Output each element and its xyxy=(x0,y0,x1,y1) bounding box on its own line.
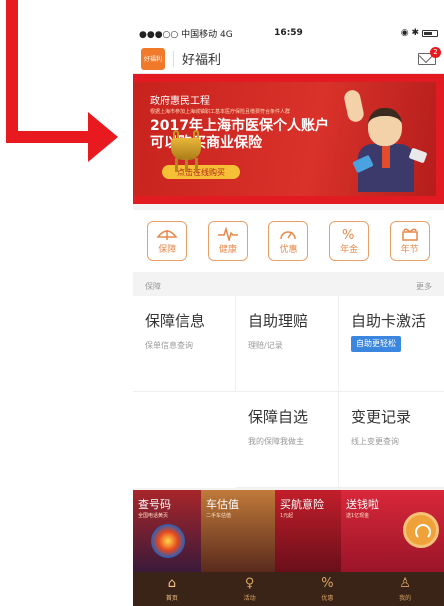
promo-title: 查号码 xyxy=(138,498,171,511)
percent-icon: % xyxy=(342,228,354,241)
ding-leg xyxy=(185,158,188,172)
app-bar: 好福利 好福利 2 xyxy=(133,44,444,74)
umbrella-icon xyxy=(157,230,178,240)
promo-title: 车估值 xyxy=(206,498,239,511)
tile-title: 保障自选 xyxy=(248,408,309,426)
section-more-link[interactable]: 更多 xyxy=(416,281,432,292)
category-label: 保障 xyxy=(158,245,177,255)
promo-title: 买航意险 xyxy=(280,498,324,511)
tab-discount[interactable]: % 优惠 xyxy=(289,572,367,606)
section-title: 保障 xyxy=(145,281,161,291)
promo-strip: 查号码 全国电话黄页 车估值 二手车估值 买航意险 1元起 送钱啦 送1亿现金 xyxy=(133,490,444,572)
tab-label: 活动 xyxy=(243,594,256,602)
phone-screen: ●●●○○ 中国移动 4G 16:59 ◉ ✱ 好福利 好福利 2 政府惠民工程… xyxy=(133,22,444,606)
battery-icon xyxy=(422,29,438,37)
tile-self-select[interactable]: 保障自选 我的保障我做主 xyxy=(236,392,339,488)
disco-ball-image xyxy=(151,524,185,558)
customer-service-icon[interactable] xyxy=(403,512,439,548)
tile-subtitle: 保单信息查询 xyxy=(145,341,193,350)
status-bar: ●●●○○ 中国移动 4G 16:59 ◉ ✱ xyxy=(133,22,444,44)
tile-card-activation[interactable]: 自助卡激活 自助更轻松 xyxy=(339,296,444,392)
tile-policy-info[interactable]: 保障信息 保单信息查询 xyxy=(133,296,236,392)
businessman-illustration xyxy=(340,88,430,192)
tile-title: 自助卡激活 xyxy=(351,312,427,330)
tile-title: 变更记录 xyxy=(351,408,412,426)
category-discount[interactable]: 优惠 xyxy=(268,221,309,261)
bronze-ding-image xyxy=(167,130,205,174)
ding-leg xyxy=(175,158,178,172)
gift-icon xyxy=(401,228,418,241)
activity-icon: ♀ xyxy=(244,575,255,591)
tile-self-claim[interactable]: 自助理赔 理赔/记录 xyxy=(236,296,339,392)
category-row: 保障 健康 优惠 % 年金 年节 xyxy=(133,210,444,272)
ding-bowl xyxy=(171,138,201,160)
promo-flight-insurance[interactable]: 买航意险 1元起 xyxy=(275,490,341,572)
category-festival[interactable]: 年节 xyxy=(389,221,430,261)
tab-mine[interactable]: ♙ 我的 xyxy=(366,572,444,606)
head xyxy=(368,108,402,146)
tab-bar: ⌂ 首页 ♀ 活动 % 优惠 ♙ 我的 xyxy=(133,572,444,606)
promo-subtitle: 送1亿现金 xyxy=(346,513,370,519)
callout-arrow-vertical xyxy=(6,0,18,142)
category-label: 优惠 xyxy=(279,245,298,255)
activation-button[interactable]: 自助更轻松 xyxy=(351,336,401,352)
title-divider xyxy=(173,50,174,67)
category-annuity[interactable]: % 年金 xyxy=(329,221,370,261)
promo-subtitle: 二手车估值 xyxy=(206,513,232,519)
service-grid: 保障信息 保单信息查询 自助理赔 理赔/记录 自助卡激活 自助更轻松 保障自选 … xyxy=(133,296,444,488)
callout-arrow-head xyxy=(88,112,118,162)
heartbeat-icon xyxy=(217,227,238,241)
banner-fine-print: 根据上海市参加上海城镇职工基本医疗保险且缴费符合条件人群 xyxy=(150,109,291,115)
tile-subtitle: 理赔/记录 xyxy=(248,341,283,350)
promo-phone-lookup[interactable]: 查号码 全国电话黄页 xyxy=(133,490,201,572)
discount-icon xyxy=(280,231,297,240)
section-header: 保障 更多 xyxy=(133,276,444,296)
mail-icon[interactable]: 2 xyxy=(418,46,441,65)
tile-change-record[interactable]: 变更记录 线上变更查询 xyxy=(339,392,444,488)
tab-activity[interactable]: ♀ 活动 xyxy=(211,572,289,606)
category-insurance[interactable]: 保障 xyxy=(147,221,188,261)
category-label: 年节 xyxy=(400,245,419,255)
discount-icon: % xyxy=(321,575,334,591)
app-title: 好福利 xyxy=(182,53,222,68)
tile-subtitle: 我的保障我做主 xyxy=(248,437,304,446)
tile-title: 自助理赔 xyxy=(248,312,309,330)
tab-label: 我的 xyxy=(399,594,412,602)
clock: 16:59 xyxy=(274,28,303,38)
tab-label: 首页 xyxy=(165,594,178,602)
home-icon: ⌂ xyxy=(167,575,176,591)
tab-label: 优惠 xyxy=(321,594,334,602)
banner-subject: 政府惠民工程 xyxy=(150,96,210,107)
tab-home[interactable]: ⌂ 首页 xyxy=(133,572,211,606)
tile-title: 保障信息 xyxy=(145,312,206,330)
victory-hand xyxy=(342,88,366,124)
category-label: 健康 xyxy=(218,245,237,255)
ding-leg xyxy=(195,158,198,172)
category-health[interactable]: 健康 xyxy=(207,221,248,261)
callout-arrow-horizontal xyxy=(6,131,98,143)
promo-title: 送钱啦 xyxy=(346,498,379,511)
promo-car-valuation[interactable]: 车估值 二手车估值 xyxy=(201,490,275,572)
tie xyxy=(382,146,390,168)
user-icon: ♙ xyxy=(399,575,411,591)
category-label: 年金 xyxy=(340,245,359,255)
promo-subtitle: 全国电话黄页 xyxy=(138,513,169,519)
app-logo[interactable]: 好福利 xyxy=(141,47,165,70)
svg-text:%: % xyxy=(342,228,354,241)
mail-badge: 2 xyxy=(430,46,441,58)
tile-subtitle: 线上变更查询 xyxy=(351,437,399,446)
promo-subtitle: 1元起 xyxy=(280,513,294,519)
